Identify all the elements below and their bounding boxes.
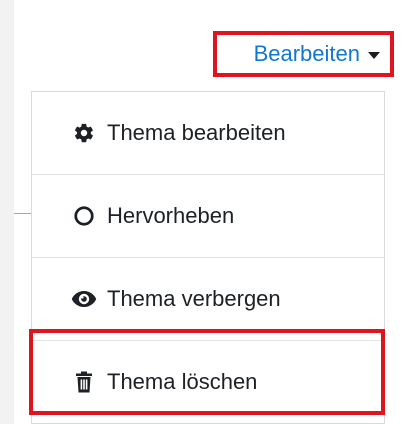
menu-item-label: Thema bearbeiten <box>107 120 286 145</box>
circle-outline-icon <box>71 205 97 227</box>
edit-dropdown-label: Bearbeiten <box>253 41 360 66</box>
edit-dropdown-button[interactable]: Bearbeiten <box>213 31 394 77</box>
section-connector-line <box>14 213 31 214</box>
eye-icon <box>71 290 97 308</box>
menu-item-label: Hervorheben <box>107 203 235 228</box>
menu-item-highlight[interactable]: Hervorheben <box>32 175 384 257</box>
menu-item-edit-topic[interactable]: Thema bearbeiten <box>32 92 384 174</box>
page: Bearbeiten Thema bearbeiten Hervorheben <box>0 0 408 424</box>
caret-down-icon <box>368 51 380 59</box>
menu-item-hide-topic[interactable]: Thema verbergen <box>32 258 384 340</box>
menu-item-delete-topic[interactable]: Thema löschen <box>32 341 384 423</box>
edit-dropdown-menu: Thema bearbeiten Hervorheben Thema verbe… <box>31 91 385 424</box>
menu-item-label: Thema verbergen <box>107 286 281 311</box>
gear-icon <box>71 122 97 144</box>
menu-item-label: Thema löschen <box>107 369 258 394</box>
trash-icon <box>71 371 97 393</box>
